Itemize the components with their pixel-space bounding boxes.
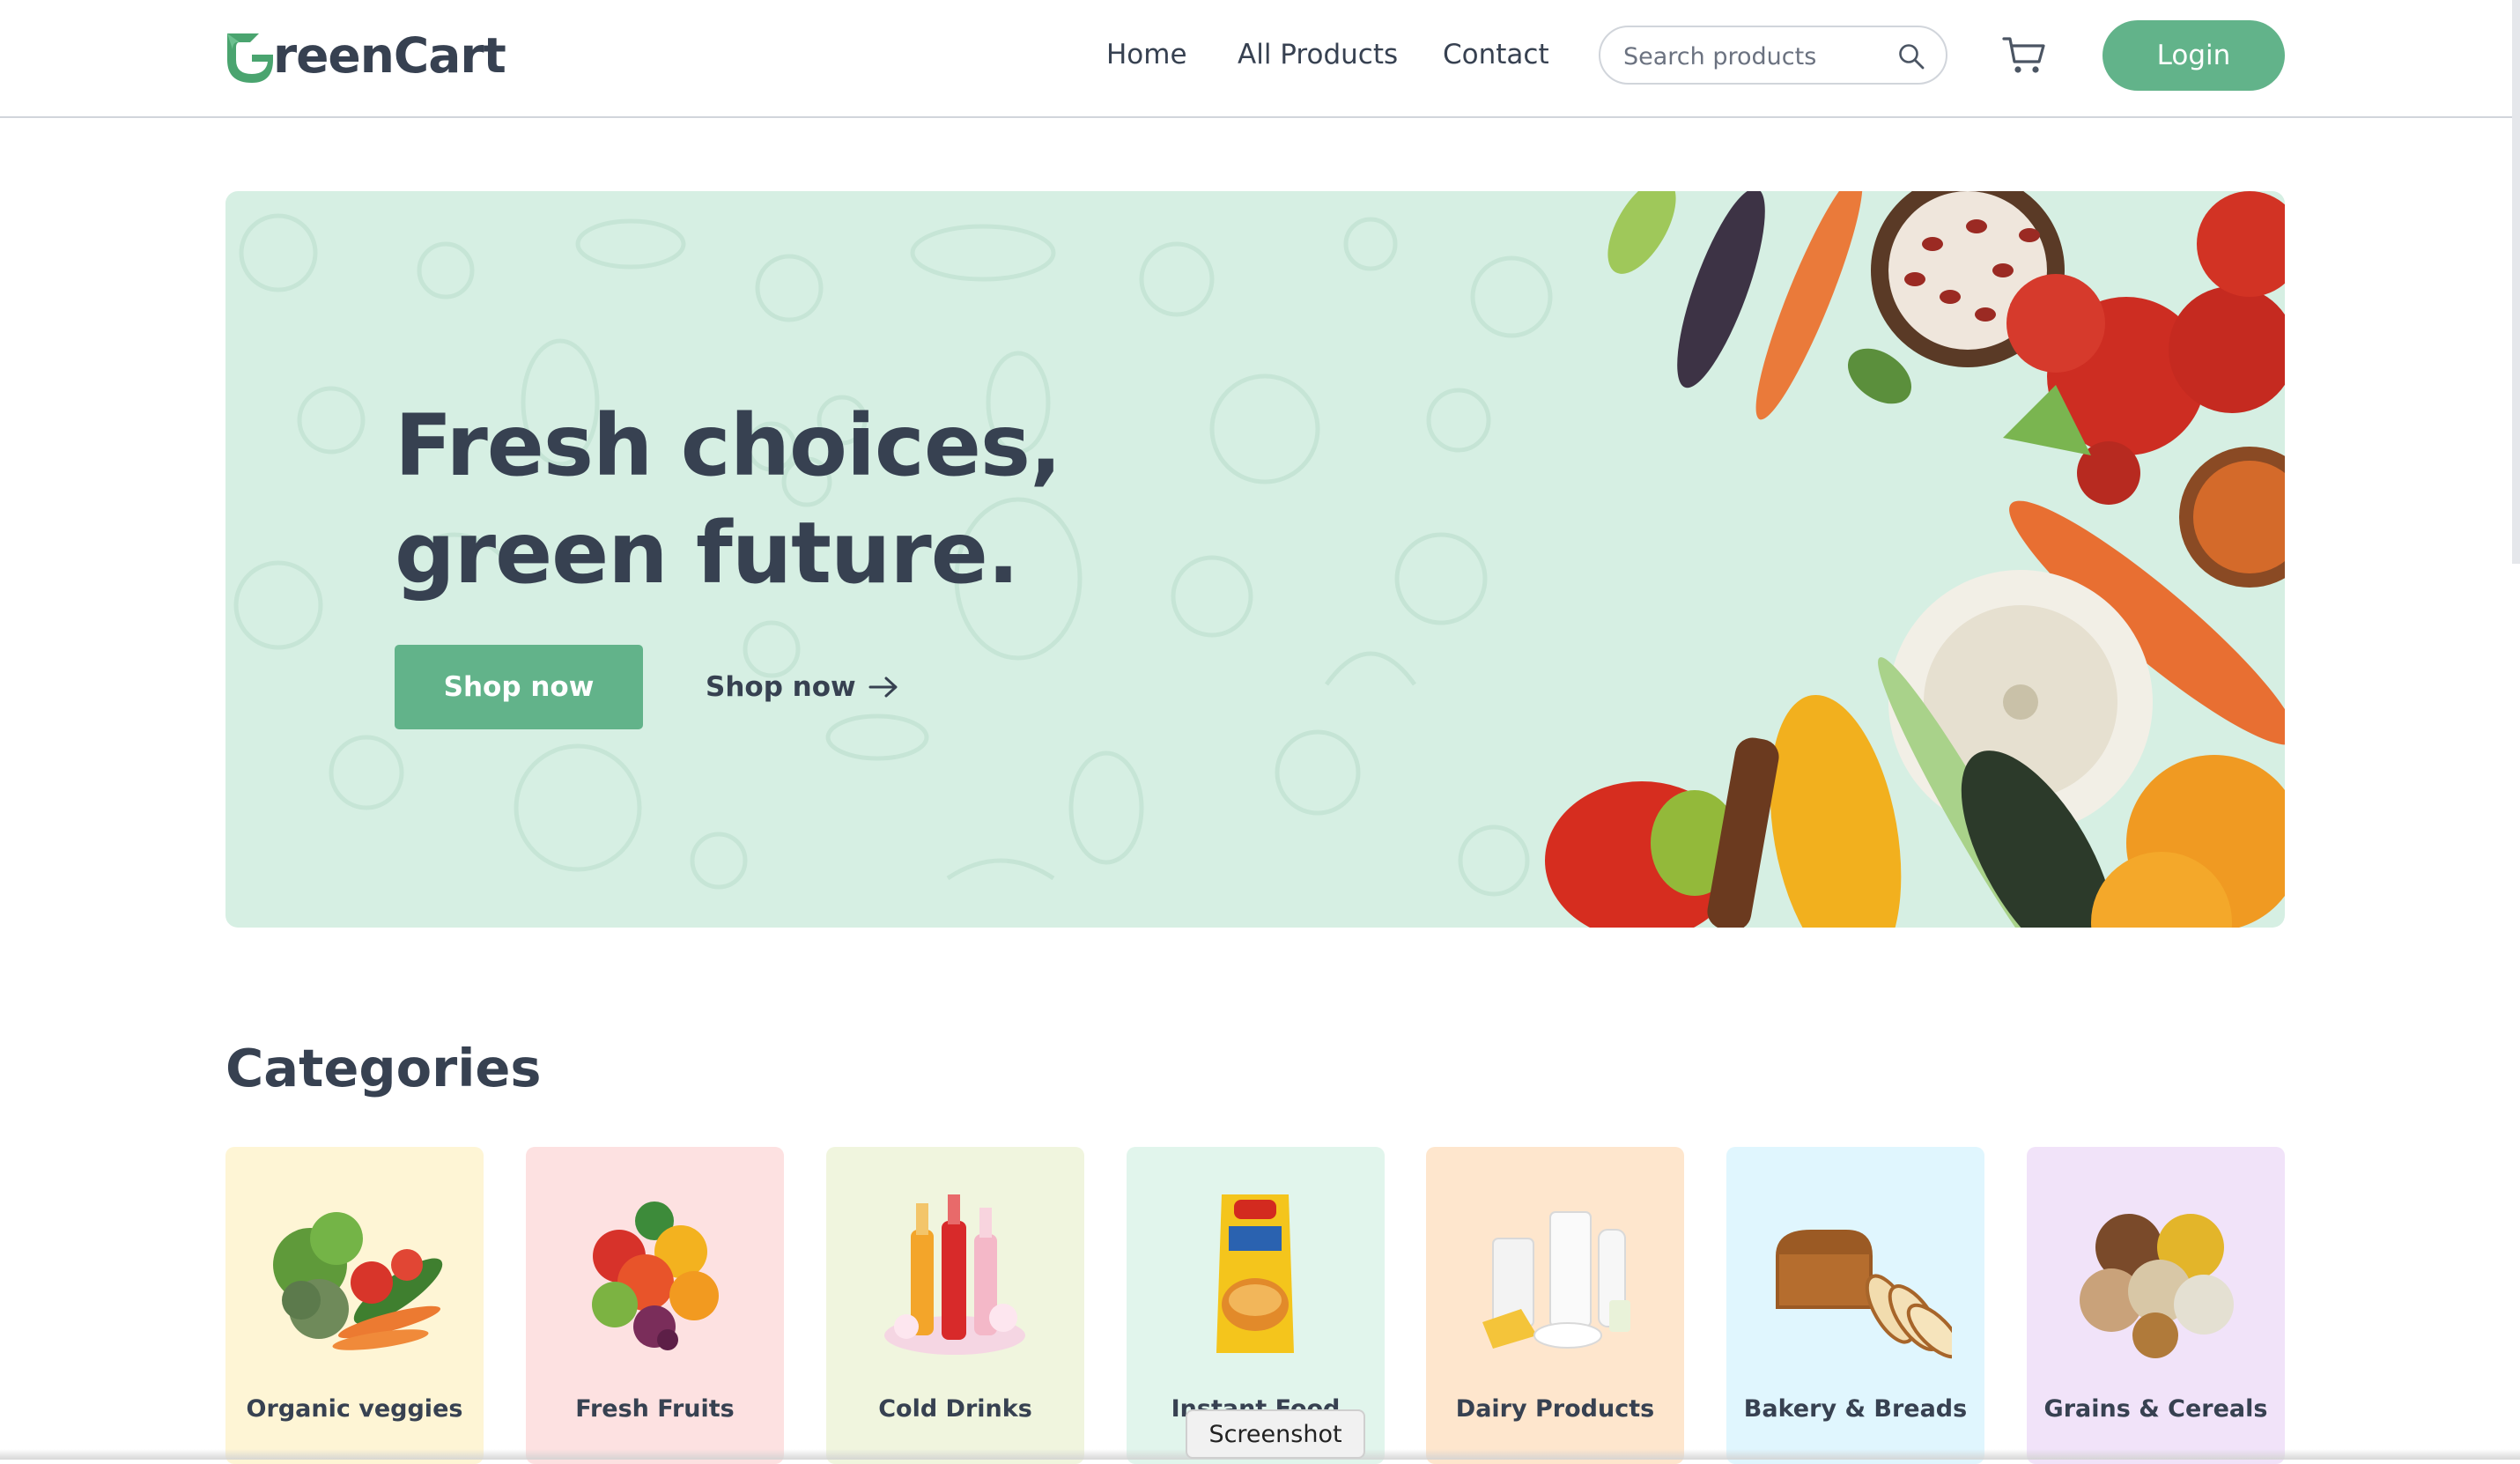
- grains-image: [2080, 1214, 2234, 1358]
- category-label: Fresh Fruits: [575, 1395, 735, 1423]
- category-label: Cold Drinks: [878, 1395, 1032, 1423]
- hero-title-line-2: green future.: [395, 504, 1019, 603]
- category-label: Dairy Products: [1455, 1395, 1655, 1423]
- shop-now-link[interactable]: Shop now: [706, 667, 898, 707]
- nav-all-products-link[interactable]: All Products: [1238, 39, 1398, 70]
- arrow-right-icon: [868, 677, 898, 698]
- scrollbar[interactable]: [2512, 0, 2520, 564]
- nav-home-link[interactable]: Home: [1106, 39, 1187, 70]
- shop-now-button[interactable]: Shop now: [395, 645, 643, 729]
- category-label: Grains & Cereals: [2043, 1395, 2268, 1423]
- category-card-bakery-breads[interactable]: Bakery & Breads: [1726, 1147, 1984, 1464]
- nav-contact-link[interactable]: Contact: [1443, 39, 1549, 70]
- logo[interactable]: reenCart: [224, 26, 506, 85]
- category-card-dairy-products[interactable]: Dairy Products: [1426, 1147, 1684, 1464]
- category-card-grains-cereals[interactable]: Grains & Cereals: [2027, 1147, 2285, 1464]
- instant-noodles-image: [1216, 1194, 1294, 1353]
- category-card-cold-drinks[interactable]: Cold Drinks: [826, 1147, 1084, 1464]
- bread-image: [1776, 1230, 1952, 1359]
- categories-heading: Categories: [225, 1038, 542, 1098]
- search-box: [1599, 26, 1947, 85]
- hero-banner: Fresh choices, green future. Shop now Sh…: [225, 191, 2285, 928]
- category-card-fresh-fruits[interactable]: Fresh Fruits: [526, 1147, 784, 1464]
- logo-text: reenCart: [273, 27, 506, 84]
- login-button[interactable]: Login: [2102, 20, 2285, 91]
- screenshot-tooltip: Screenshot: [1186, 1409, 1365, 1459]
- cold-drinks-image: [884, 1194, 1025, 1355]
- category-card-organic-veggies[interactable]: Organic veggies: [225, 1147, 484, 1464]
- hero-title-line-1: Fresh choices,: [395, 396, 1062, 495]
- hero-title: Fresh choices, green future.: [395, 392, 1062, 607]
- category-label: Organic veggies: [246, 1395, 463, 1423]
- fruits-image: [592, 1202, 719, 1350]
- dairy-products-image: [1482, 1211, 1630, 1349]
- cart-icon[interactable]: [2002, 35, 2046, 76]
- logo-icon: [227, 33, 273, 83]
- shop-now-link-label: Shop now: [706, 671, 856, 703]
- search-icon[interactable]: [1898, 43, 1925, 70]
- navbar: reenCart Home All Products Contact Login: [0, 0, 2512, 118]
- search-input[interactable]: [1622, 40, 1889, 73]
- vegetables-illustration: [1545, 191, 2285, 928]
- vegetables-image: [273, 1212, 443, 1350]
- category-label: Bakery & Breads: [1743, 1395, 1968, 1423]
